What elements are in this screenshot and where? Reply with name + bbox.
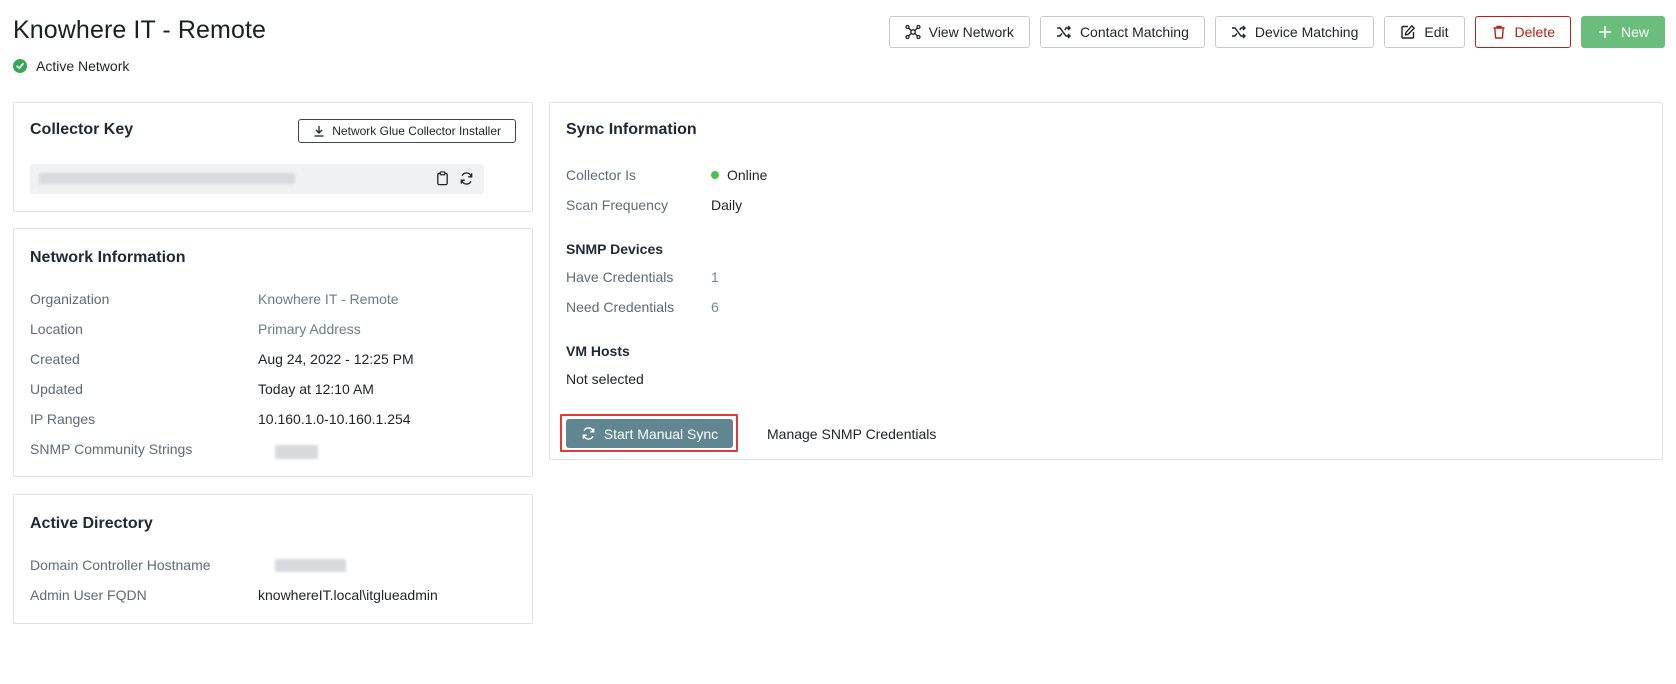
collector-key-field bbox=[30, 164, 484, 194]
network-status: Active Network bbox=[13, 58, 129, 74]
collector-status-label: Collector Is bbox=[566, 167, 637, 183]
need-credentials-label: Need Credentials bbox=[566, 299, 675, 315]
manage-snmp-credentials-link[interactable]: Manage SNMP Credentials bbox=[767, 426, 936, 442]
sync-information-card: Sync Information Collector Is Online Sca… bbox=[549, 102, 1663, 460]
snmp-devices-heading: SNMP Devices bbox=[566, 241, 664, 257]
admin-fqdn-value: knowhereIT.local\itglueadmin bbox=[258, 587, 438, 603]
check-circle-icon bbox=[13, 59, 27, 73]
snmp-community-label: SNMP Community Strings bbox=[30, 441, 193, 457]
organization-label: Organization bbox=[30, 291, 110, 307]
clipboard-icon[interactable] bbox=[435, 171, 450, 186]
ip-ranges-label: IP Ranges bbox=[30, 411, 96, 427]
page-title: Knowhere IT - Remote bbox=[13, 16, 267, 44]
trash-icon bbox=[1493, 25, 1505, 39]
shuffle-icon bbox=[1231, 25, 1246, 39]
organization-link[interactable]: Knowhere IT - Remote bbox=[258, 291, 399, 307]
contact-matching-button[interactable]: Contact Matching bbox=[1039, 16, 1205, 48]
have-credentials-label: Have Credentials bbox=[566, 269, 674, 285]
admin-fqdn-label: Admin User FQDN bbox=[30, 587, 147, 603]
network-detail-page: Knowhere IT - Remote Active Network View… bbox=[0, 0, 1676, 684]
status-label: Active Network bbox=[36, 58, 130, 74]
created-label: Created bbox=[30, 351, 80, 367]
network-icon bbox=[904, 24, 921, 40]
need-credentials-link[interactable]: 6 bbox=[711, 299, 719, 315]
new-button[interactable]: New bbox=[1580, 16, 1665, 48]
vm-hosts-heading: VM Hosts bbox=[566, 343, 630, 359]
card-title: Collector Key bbox=[30, 121, 134, 138]
redacted-hostname bbox=[275, 559, 346, 572]
updated-label: Updated bbox=[30, 381, 83, 397]
redacted-key bbox=[39, 173, 295, 184]
start-manual-sync-button[interactable]: Start Manual Sync bbox=[566, 419, 733, 448]
collector-installer-button[interactable]: Network Glue Collector Installer bbox=[298, 119, 516, 143]
vm-hosts-value: Not selected bbox=[566, 371, 644, 387]
edit-button[interactable]: Edit bbox=[1384, 16, 1465, 48]
toolbar: View Network Contact Matching Device Mat… bbox=[888, 16, 1665, 48]
delete-button[interactable]: Delete bbox=[1474, 16, 1571, 48]
edit-icon bbox=[1401, 25, 1416, 39]
card-title: Active Directory bbox=[30, 515, 153, 532]
have-credentials-link[interactable]: 1 bbox=[711, 269, 719, 285]
refresh-icon bbox=[582, 427, 595, 440]
active-directory-card: Active Directory Domain Controller Hostn… bbox=[13, 494, 533, 624]
download-icon bbox=[314, 126, 324, 137]
domain-controller-label: Domain Controller Hostname bbox=[30, 557, 211, 573]
refresh-icon[interactable] bbox=[459, 171, 474, 186]
view-network-button[interactable]: View Network bbox=[888, 16, 1030, 48]
location-link[interactable]: Primary Address bbox=[258, 321, 361, 337]
created-value: Aug 24, 2022 - 12:25 PM bbox=[258, 351, 414, 367]
location-label: Location bbox=[30, 321, 83, 337]
redacted-snmp-strings bbox=[275, 445, 318, 459]
online-dot-icon bbox=[711, 171, 719, 179]
plus-icon bbox=[1598, 26, 1611, 38]
updated-value: Today at 12:10 AM bbox=[258, 381, 374, 397]
card-title: Network Information bbox=[30, 249, 186, 266]
card-title: Sync Information bbox=[566, 121, 697, 138]
collector-key-card: Collector Key Network Glue Collector Ins… bbox=[13, 102, 533, 212]
shuffle-icon bbox=[1056, 25, 1071, 39]
scan-frequency-label: Scan Frequency bbox=[566, 197, 668, 213]
scan-frequency-value: Daily bbox=[711, 197, 743, 213]
network-information-card: Network Information Organization Knowher… bbox=[13, 228, 533, 477]
ip-ranges-value: 10.160.1.0-10.160.1.254 bbox=[258, 411, 411, 427]
collector-status-value: Online bbox=[711, 167, 767, 183]
device-matching-button[interactable]: Device Matching bbox=[1214, 16, 1375, 48]
